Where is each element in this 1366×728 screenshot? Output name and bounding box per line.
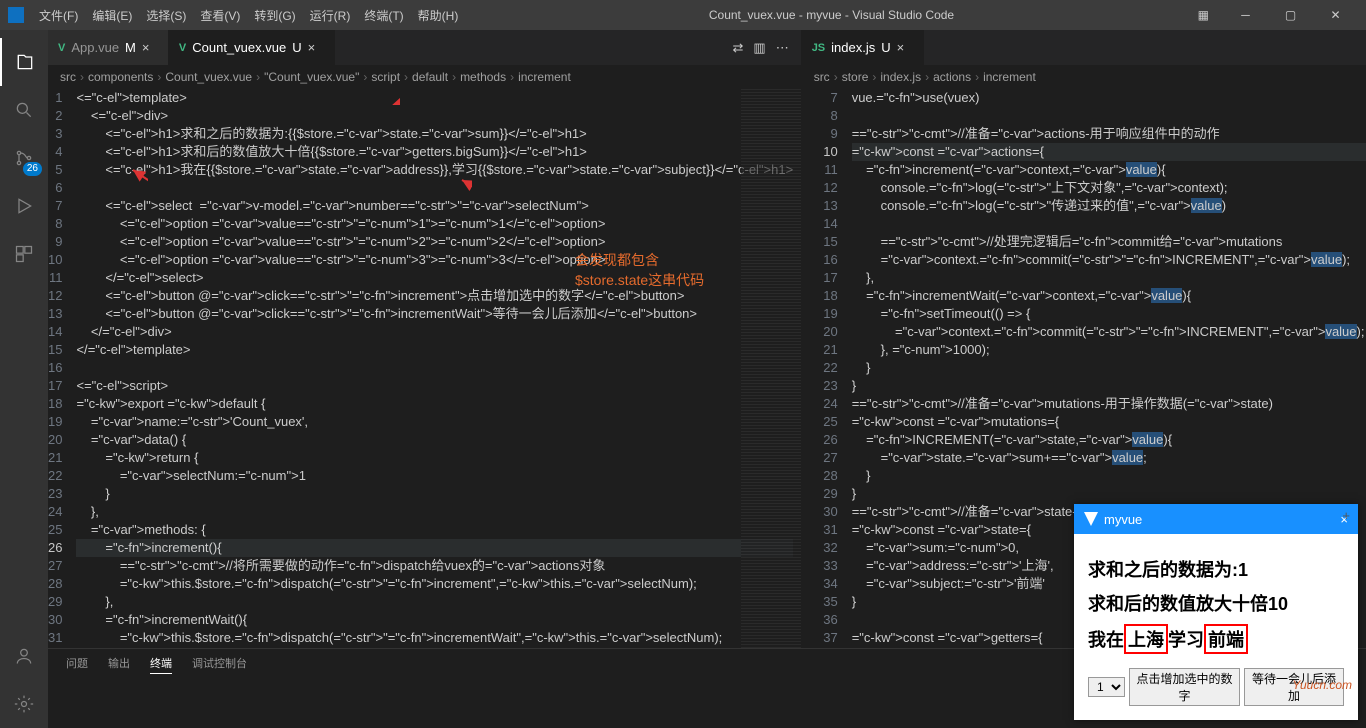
menu-item[interactable]: 帮助(H): [411, 7, 466, 24]
more-icon[interactable]: ⋯: [776, 40, 789, 56]
popup-h1: 求和之后的数据为:1: [1088, 556, 1344, 582]
menu-item[interactable]: 文件(F): [32, 7, 85, 24]
scm-icon[interactable]: 26: [0, 134, 48, 182]
minimize-button[interactable]: ─: [1223, 0, 1268, 30]
scm-badge: 26: [23, 162, 42, 176]
close-icon[interactable]: ×: [142, 40, 158, 55]
popup-btn-increment[interactable]: 点击增加选中的数字: [1129, 668, 1240, 706]
split-icon[interactable]: ▥: [753, 40, 765, 56]
popup-btn-wait[interactable]: 等待一会儿后添加: [1244, 668, 1344, 706]
breadcrumb-left[interactable]: src›components›Count_vuex.vue›"Count_vue…: [48, 65, 801, 89]
compare-icon[interactable]: ⇄: [732, 40, 743, 56]
panel-tab[interactable]: 问题: [66, 655, 88, 674]
gear-icon[interactable]: [0, 680, 48, 728]
explorer-icon[interactable]: [0, 38, 48, 86]
menu-item[interactable]: 终端(T): [357, 7, 410, 24]
menu-item[interactable]: 转到(G): [247, 7, 302, 24]
popup-tab[interactable]: myvue ×: [1074, 504, 1358, 534]
maximize-button[interactable]: ▢: [1268, 0, 1313, 30]
menu-item[interactable]: 查看(V): [193, 7, 247, 24]
tab[interactable]: VCount_vuex.vueU×: [169, 30, 335, 65]
new-tab-icon[interactable]: +: [1342, 508, 1350, 523]
account-icon[interactable]: [0, 632, 48, 680]
panel-tab[interactable]: 输出: [108, 655, 130, 674]
close-icon[interactable]: ×: [308, 40, 324, 55]
code-editor-left[interactable]: 1234567891011121314151617181920212223242…: [48, 89, 801, 648]
run-icon[interactable]: [0, 182, 48, 230]
title-bar: 文件(F)编辑(E)选择(S)查看(V)转到(G)运行(R)终端(T)帮助(H)…: [0, 0, 1366, 30]
tab-actions: ⇄ ▥ ⋯: [732, 30, 800, 65]
popup-select[interactable]: 1: [1088, 677, 1125, 697]
layout-icon[interactable]: ▦: [1198, 8, 1209, 22]
popup-h2: 求和后的数值放大十倍10: [1088, 590, 1344, 616]
editor-left: VApp.vueM×VCount_vuex.vueU× ⇄ ▥ ⋯ src›co…: [48, 30, 802, 648]
close-icon[interactable]: ×: [897, 40, 913, 55]
vue-icon: [1084, 512, 1098, 526]
panel-tab[interactable]: 终端: [150, 655, 172, 674]
breadcrumb-right[interactable]: src›store›index.js›actions›increment: [802, 65, 1366, 89]
menu-item[interactable]: 运行(R): [303, 7, 358, 24]
menu-bar: 文件(F)编辑(E)选择(S)查看(V)转到(G)运行(R)终端(T)帮助(H): [32, 7, 465, 24]
vscode-icon: [8, 7, 24, 23]
close-button[interactable]: ✕: [1313, 0, 1358, 30]
extensions-icon[interactable]: [0, 230, 48, 278]
popup-h3: 我在上海学习前端: [1088, 624, 1344, 654]
preview-popup: myvue × + 求和之后的数据为:1 求和后的数值放大十倍10 我在上海学习…: [1074, 504, 1358, 720]
tabs-right: JSindex.jsU×: [802, 30, 1366, 65]
search-icon[interactable]: [0, 86, 48, 134]
activity-bar: 26: [0, 30, 48, 728]
annotation: 会发现都包含$store.state这串代码: [575, 250, 704, 290]
tabs-left: VApp.vueM×VCount_vuex.vueU× ⇄ ▥ ⋯: [48, 30, 801, 65]
menu-item[interactable]: 编辑(E): [85, 7, 139, 24]
tab[interactable]: JSindex.jsU×: [802, 30, 924, 65]
minimap[interactable]: [741, 89, 801, 648]
window-title: Count_vuex.vue - myvue - Visual Studio C…: [465, 8, 1197, 22]
menu-item[interactable]: 选择(S): [139, 7, 193, 24]
popup-title: myvue: [1104, 512, 1142, 527]
panel-tab[interactable]: 调试控制台: [192, 655, 247, 674]
tab[interactable]: VApp.vueM×: [48, 30, 169, 65]
